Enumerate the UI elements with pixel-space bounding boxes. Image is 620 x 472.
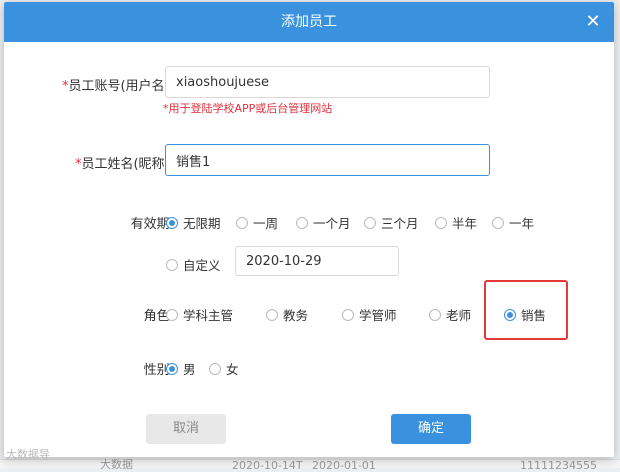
custom-date-input[interactable] <box>235 246 399 276</box>
add-employee-dialog: 添加员工 ✕ *员工账号(用户名): *用于登陆学校APP或后台管理网站 *员工… <box>4 2 614 457</box>
annotation-highlight-box <box>484 280 568 340</box>
dialog-titlebar: 添加员工 <box>4 2 614 42</box>
account-input[interactable] <box>165 66 490 98</box>
validity-option-custom[interactable]: 自定义 <box>166 255 221 274</box>
radio-icon <box>166 258 178 271</box>
validity-label: 有效期: <box>130 217 174 232</box>
radio-icon <box>166 308 178 321</box>
radio-icon <box>236 216 248 229</box>
gender-label: 性别: <box>143 363 174 378</box>
radio-icon <box>296 216 308 229</box>
validity-option-week[interactable]: 一周 <box>236 213 278 232</box>
confirm-button[interactable]: 确定 <box>391 414 471 444</box>
watermark: 大数据导 <box>6 446 50 462</box>
role-option-teacher[interactable]: 老师 <box>429 305 471 324</box>
background-cell: 11111234555 <box>520 459 597 472</box>
role-label: 角色: <box>143 309 174 324</box>
validity-option-year[interactable]: 一年 <box>492 213 534 232</box>
role-option-academic-affairs[interactable]: 教务 <box>266 305 308 324</box>
role-option-subject-supervisor[interactable]: 学科主管 <box>166 305 233 324</box>
account-hint: *用于登陆学校APP或后台管理网站 <box>163 102 333 115</box>
radio-selected-icon <box>166 216 178 229</box>
radio-icon <box>435 216 447 229</box>
validity-option-month[interactable]: 一个月 <box>296 213 351 232</box>
validity-option-unlimited[interactable]: 无限期 <box>166 213 221 232</box>
radio-icon <box>364 216 376 229</box>
radio-icon <box>429 308 441 321</box>
background-cell: 2020-01-01 <box>312 459 376 472</box>
background-cell: 大数据 <box>100 458 133 471</box>
background-cell: 2020-10-14T <box>232 459 303 472</box>
radio-selected-icon <box>166 362 178 375</box>
name-label-text: 员工姓名(昵称): <box>81 157 174 172</box>
close-icon[interactable]: ✕ <box>582 11 604 33</box>
radio-icon <box>209 362 221 375</box>
validity-option-half-year[interactable]: 半年 <box>435 213 477 232</box>
gender-option-male[interactable]: 男 <box>166 359 196 378</box>
cancel-button[interactable]: 取消 <box>146 414 226 444</box>
account-label-text: 员工账号(用户名): <box>68 79 174 94</box>
validity-option-three-months[interactable]: 三个月 <box>364 213 419 232</box>
gender-option-female[interactable]: 女 <box>209 359 239 378</box>
name-label: *员工姓名(昵称): <box>4 153 174 172</box>
role-option-study-manager[interactable]: 学管师 <box>342 305 397 324</box>
name-input[interactable] <box>165 144 490 176</box>
radio-icon <box>266 308 278 321</box>
watermark-text: 大数据导 <box>6 448 50 461</box>
radio-icon <box>342 308 354 321</box>
radio-icon <box>492 216 504 229</box>
account-label: *员工账号(用户名): <box>4 75 174 94</box>
dialog-title: 添加员工 <box>281 14 337 30</box>
